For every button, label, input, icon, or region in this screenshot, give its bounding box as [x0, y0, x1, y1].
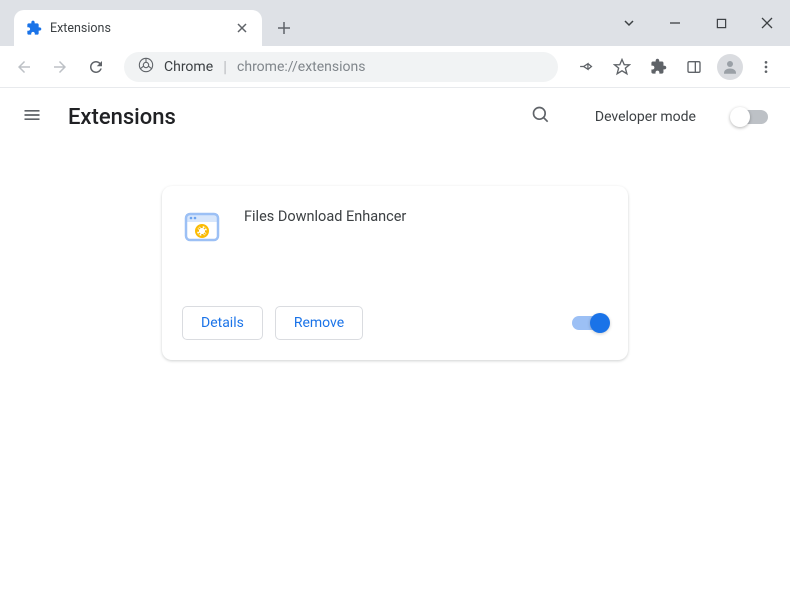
new-tab-button[interactable]	[270, 14, 298, 42]
profile-avatar[interactable]	[716, 53, 744, 81]
addr-divider: |	[223, 57, 227, 76]
puzzle-icon	[26, 20, 42, 36]
extension-name: Files Download Enhancer	[244, 208, 406, 296]
page-title: Extensions	[68, 105, 176, 130]
maximize-button[interactable]	[698, 0, 744, 46]
details-button[interactable]: Details	[182, 306, 263, 340]
menu-icon[interactable]	[752, 53, 780, 81]
extensions-icon[interactable]	[644, 53, 672, 81]
sidepanel-icon[interactable]	[680, 53, 708, 81]
chrome-icon	[138, 57, 154, 77]
browser-tab[interactable]: Extensions	[14, 10, 262, 46]
developer-mode-toggle[interactable]	[732, 110, 768, 124]
addr-scheme: Chrome	[164, 59, 213, 75]
extension-icon	[182, 206, 222, 246]
search-icon[interactable]	[531, 105, 555, 129]
hamburger-icon[interactable]	[22, 105, 46, 129]
chevron-down-icon[interactable]	[606, 0, 652, 46]
tab-title: Extensions	[50, 21, 226, 36]
back-button[interactable]	[10, 53, 38, 81]
forward-button[interactable]	[46, 53, 74, 81]
bookmark-icon[interactable]	[608, 53, 636, 81]
extension-enable-toggle[interactable]	[572, 316, 608, 330]
address-bar[interactable]: Chrome | chrome://extensions	[124, 52, 558, 82]
close-icon[interactable]	[234, 20, 250, 36]
reload-button[interactable]	[82, 53, 110, 81]
addr-url: chrome://extensions	[237, 59, 365, 75]
extension-card: Files Download Enhancer Details Remove	[162, 186, 628, 360]
minimize-button[interactable]	[652, 0, 698, 46]
close-window-button[interactable]	[744, 0, 790, 46]
remove-button[interactable]: Remove	[275, 306, 363, 340]
share-icon[interactable]	[572, 53, 600, 81]
developer-mode-label: Developer mode	[595, 109, 696, 125]
